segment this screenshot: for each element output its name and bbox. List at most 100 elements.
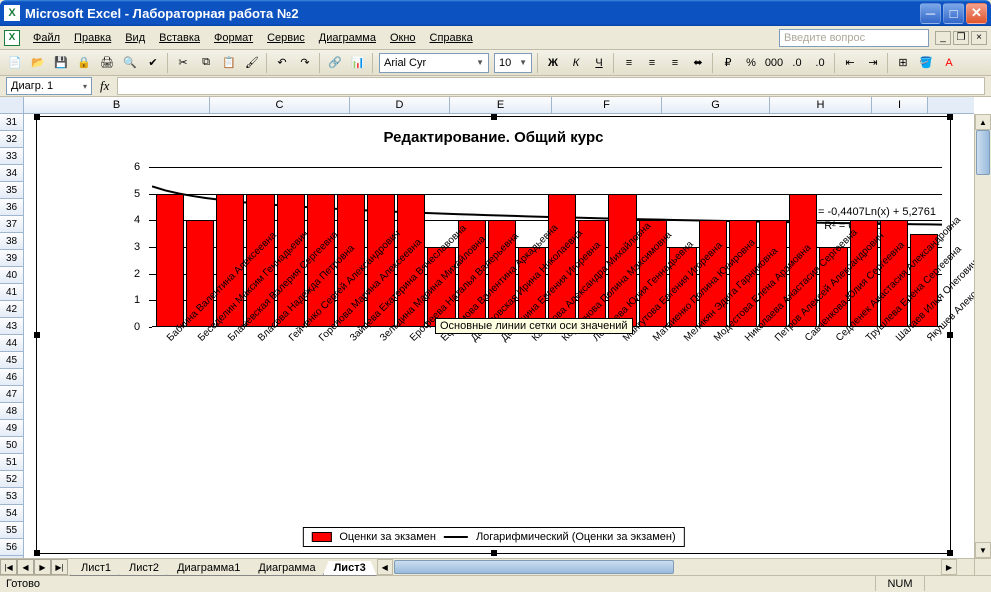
- font-size-select[interactable]: 10▼: [494, 53, 532, 73]
- menu-tools[interactable]: Сервис: [260, 30, 312, 46]
- paste-button[interactable]: 📋: [218, 52, 240, 74]
- save-button[interactable]: 💾: [50, 52, 72, 74]
- row-header[interactable]: 39: [0, 250, 23, 267]
- help-question-input[interactable]: Введите вопрос: [779, 29, 929, 47]
- underline-button[interactable]: Ч: [588, 52, 610, 74]
- percent-button[interactable]: %: [740, 52, 762, 74]
- row-header[interactable]: 46: [0, 369, 23, 386]
- tab-nav-first[interactable]: |◀: [0, 559, 17, 575]
- font-color-button[interactable]: A: [938, 52, 960, 74]
- row-header[interactable]: 44: [0, 335, 23, 352]
- menu-help[interactable]: Справка: [423, 30, 480, 46]
- menu-chart[interactable]: Диаграмма: [312, 30, 383, 46]
- row-header[interactable]: 47: [0, 386, 23, 403]
- row-header[interactable]: 36: [0, 199, 23, 216]
- scroll-up-button[interactable]: ▲: [975, 114, 991, 130]
- format-painter-button[interactable]: 🖌: [241, 52, 263, 74]
- row-header[interactable]: 31: [0, 114, 23, 131]
- chart-title[interactable]: Редактирование. Общий курс: [37, 117, 950, 152]
- row-header[interactable]: 41: [0, 284, 23, 301]
- window-maximize-button[interactable]: □: [943, 3, 964, 24]
- row-header[interactable]: 52: [0, 471, 23, 488]
- merge-center-button[interactable]: ⬌: [687, 52, 709, 74]
- italic-button[interactable]: К: [565, 52, 587, 74]
- scroll-down-button[interactable]: ▼: [975, 542, 991, 558]
- sheet-tab[interactable]: Лист1: [70, 561, 122, 576]
- row-header[interactable]: 54: [0, 505, 23, 522]
- menu-file[interactable]: Файл: [26, 30, 67, 46]
- sheet-tab[interactable]: Диаграмма1: [166, 561, 251, 576]
- sheet-tab[interactable]: Лист2: [118, 561, 170, 576]
- chart-wizard-button[interactable]: 📊: [347, 52, 369, 74]
- grid-body[interactable]: Редактирование. Общий курс y = -0,4407Ln…: [24, 114, 974, 558]
- excel-doc-icon[interactable]: X: [4, 30, 20, 46]
- scroll-right-button[interactable]: ▶: [941, 559, 957, 575]
- permission-button[interactable]: 🔒: [73, 52, 95, 74]
- column-header[interactable]: H: [770, 97, 872, 113]
- fx-button[interactable]: fx: [100, 78, 109, 94]
- column-header[interactable]: G: [662, 97, 770, 113]
- font-name-select[interactable]: Arial Cyr▼: [379, 53, 489, 73]
- column-header[interactable]: E: [450, 97, 552, 113]
- redo-button[interactable]: ↷: [294, 52, 316, 74]
- open-button[interactable]: 📂: [27, 52, 49, 74]
- select-all-corner[interactable]: [0, 97, 24, 113]
- menu-window[interactable]: Окно: [383, 30, 423, 46]
- chart-resize-handle[interactable]: [34, 114, 40, 120]
- row-header[interactable]: 32: [0, 131, 23, 148]
- name-box[interactable]: Диагр. 1▾: [6, 77, 92, 95]
- chart-resize-handle[interactable]: [491, 114, 497, 120]
- sheet-tab[interactable]: Диаграмма: [247, 561, 326, 576]
- chart-resize-handle[interactable]: [491, 550, 497, 556]
- tab-nav-next[interactable]: ▶: [34, 559, 51, 575]
- vertical-scrollbar[interactable]: ▲ ▼: [974, 114, 991, 558]
- borders-button[interactable]: ⊞: [892, 52, 914, 74]
- chart-resize-handle[interactable]: [947, 332, 953, 338]
- align-left-button[interactable]: ≡: [618, 52, 640, 74]
- scroll-left-button[interactable]: ◀: [377, 559, 393, 575]
- new-button[interactable]: 📄: [4, 52, 26, 74]
- tab-nav-last[interactable]: ▶|: [51, 559, 68, 575]
- row-header[interactable]: 43: [0, 318, 23, 335]
- copy-button[interactable]: ⧉: [195, 52, 217, 74]
- hscroll-thumb[interactable]: [394, 560, 674, 574]
- mdi-minimize-button[interactable]: _: [935, 31, 951, 45]
- row-header[interactable]: 55: [0, 522, 23, 539]
- chart-bar[interactable]: [156, 194, 184, 327]
- window-minimize-button[interactable]: ─: [920, 3, 941, 24]
- row-header[interactable]: 48: [0, 403, 23, 420]
- chart-resize-handle[interactable]: [947, 550, 953, 556]
- row-header[interactable]: 42: [0, 301, 23, 318]
- column-header[interactable]: C: [210, 97, 350, 113]
- menu-format[interactable]: Формат: [207, 30, 260, 46]
- spelling-button[interactable]: ✔: [142, 52, 164, 74]
- cut-button[interactable]: ✂: [172, 52, 194, 74]
- print-preview-button[interactable]: 🔍: [119, 52, 141, 74]
- vscroll-thumb[interactable]: [976, 130, 990, 175]
- align-center-button[interactable]: ≡: [641, 52, 663, 74]
- undo-button[interactable]: ↶: [271, 52, 293, 74]
- column-header[interactable]: D: [350, 97, 450, 113]
- row-header[interactable]: 45: [0, 352, 23, 369]
- row-header[interactable]: 49: [0, 420, 23, 437]
- chart-resize-handle[interactable]: [34, 332, 40, 338]
- row-header[interactable]: 53: [0, 488, 23, 505]
- menu-edit[interactable]: Правка: [67, 30, 118, 46]
- row-header[interactable]: 40: [0, 267, 23, 284]
- chart-resize-handle[interactable]: [34, 550, 40, 556]
- bold-button[interactable]: Ж: [542, 52, 564, 74]
- row-header[interactable]: 35: [0, 182, 23, 199]
- row-header[interactable]: 50: [0, 437, 23, 454]
- print-button[interactable]: 🖨: [96, 52, 118, 74]
- decrease-indent-button[interactable]: ⇤: [839, 52, 861, 74]
- mdi-restore-button[interactable]: ❐: [953, 31, 969, 45]
- row-header[interactable]: 51: [0, 454, 23, 471]
- mdi-close-button[interactable]: ×: [971, 31, 987, 45]
- row-header[interactable]: 37: [0, 216, 23, 233]
- increase-indent-button[interactable]: ⇥: [862, 52, 884, 74]
- tab-nav-prev[interactable]: ◀: [17, 559, 34, 575]
- window-close-button[interactable]: ✕: [966, 3, 987, 24]
- column-header[interactable]: F: [552, 97, 662, 113]
- currency-button[interactable]: ₽: [717, 52, 739, 74]
- horizontal-scrollbar[interactable]: ◀ ▶: [377, 559, 974, 575]
